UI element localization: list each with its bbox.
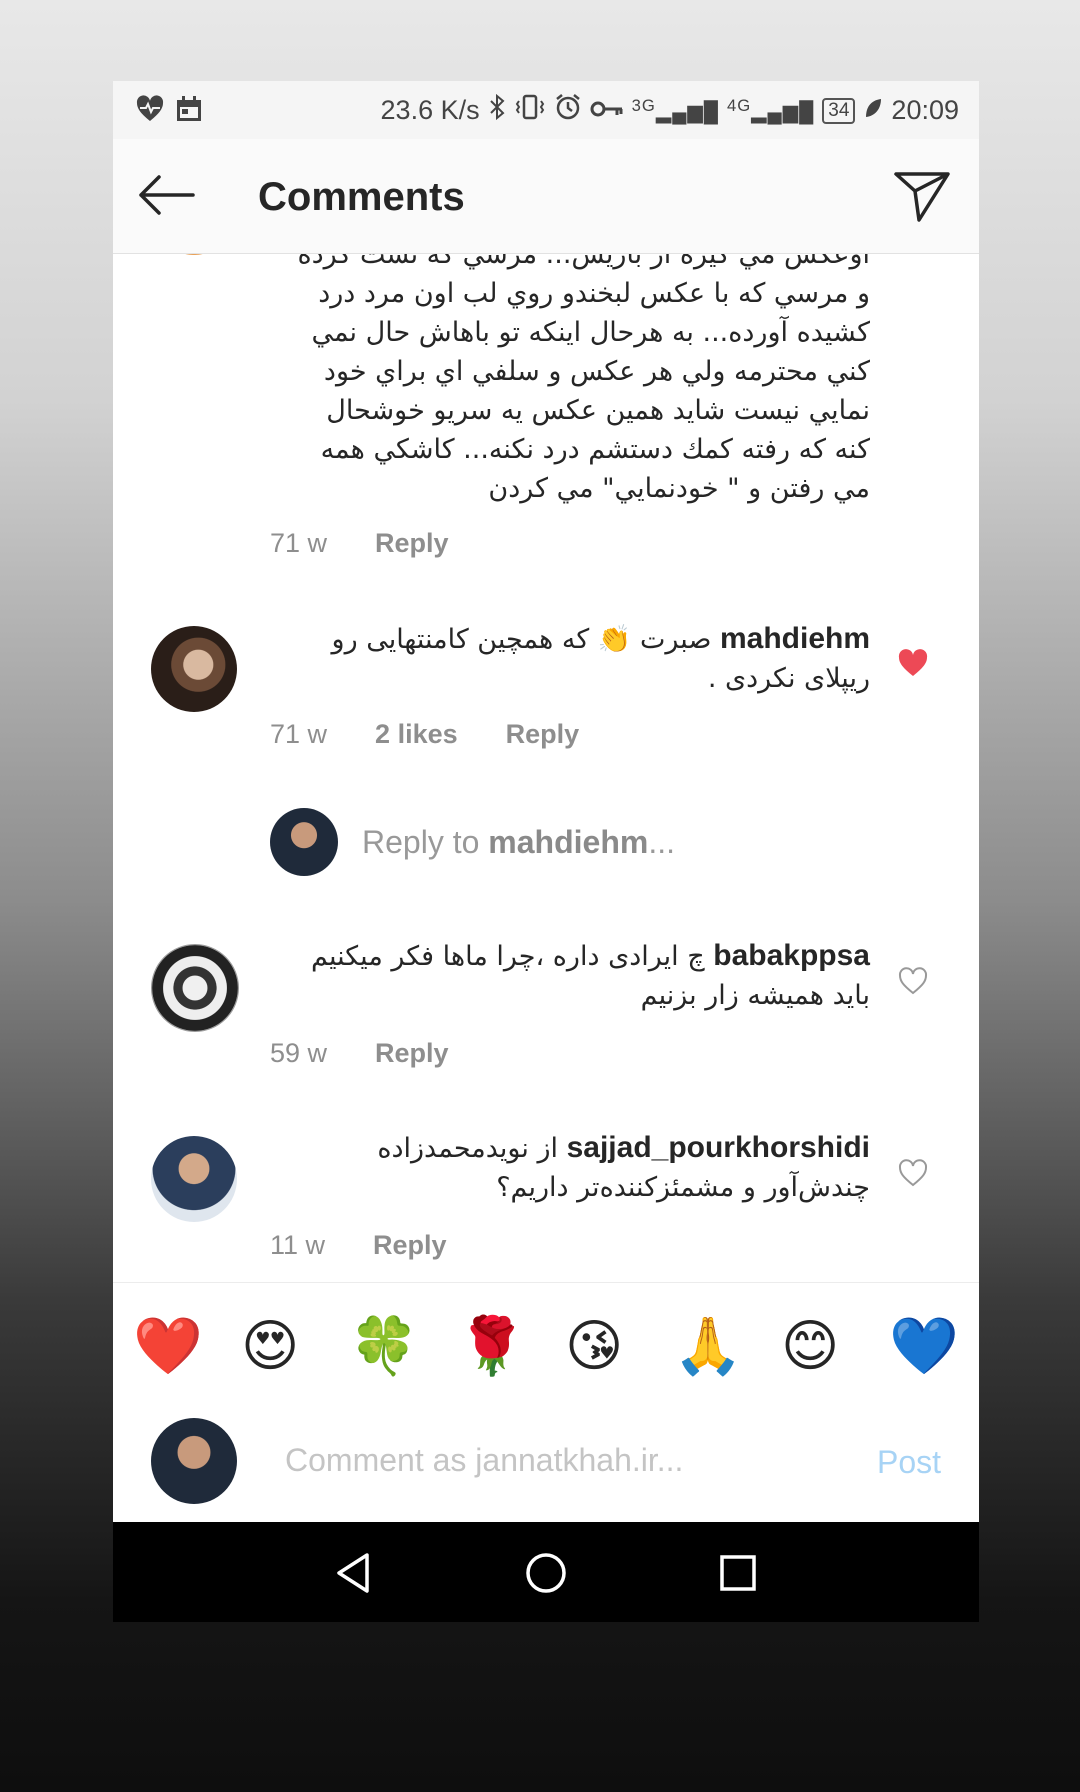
heart-outline-icon[interactable] [897,967,929,1000]
reply-button[interactable]: Reply [373,1230,447,1261]
heart-outline-icon[interactable] [897,1159,929,1192]
comment-username[interactable]: babakppsa [713,939,870,972]
comment-text: sajjad_pourkhorshidi از نویدمحمدزاده چند… [377,1131,870,1203]
heart-filled-icon[interactable] [897,649,929,682]
emoji-clover[interactable]: 🍀 [349,1317,419,1377]
status-left-icons [135,95,203,130]
battery-icon: 34 [822,97,856,124]
emoji-rose[interactable]: 🌹 [457,1317,527,1377]
leaf-icon [863,95,883,126]
status-bar: 23.6 K/s 3G▂▄▆█ 4G▂▄▆█ 34 20:09 [113,81,979,139]
key-icon [590,95,624,126]
alarm-icon [554,93,582,128]
reply-to-placeholder[interactable]: Reply to mahdiehm... [362,824,675,861]
comment-text: اوعکس مي گيره از بازيش... مرسي كه نست كر… [297,253,870,504]
clock-time: 20:09 [891,95,959,125]
emoji-heart-eyes[interactable]: 😍 [241,1317,299,1377]
avatar[interactable] [151,1136,237,1222]
emoji-red-heart[interactable]: ❤️ [133,1317,203,1377]
comments-header: Comments [113,139,979,254]
avatar[interactable] [151,944,239,1032]
my-avatar [151,1418,237,1504]
emoji-pray[interactable]: 🙏 [673,1317,743,1377]
network-speed: 23.6 K/s [380,95,480,125]
comment-username[interactable]: mahdiehm [720,622,870,655]
emoji-kiss[interactable]: 😘 [565,1317,623,1377]
comment-input[interactable]: Comment as jannatkhah.ir... [285,1442,683,1479]
comment-time: 71 w [270,719,328,749]
page-title: Comments [258,175,465,219]
nav-home-icon[interactable] [525,1552,567,1599]
comment-meta: 71 w Reply [270,528,449,559]
nav-recents-icon[interactable] [719,1554,757,1597]
health-icon [135,95,165,130]
bluetooth-icon [488,93,506,127]
my-avatar [270,808,338,876]
comment-text: babakppsa چ ایرادی داره ،چرا ماها فکر می… [311,939,870,1011]
emoji-smile[interactable]: 😊 [781,1317,839,1377]
status-right-icons: 23.6 K/s 3G▂▄▆█ 4G▂▄▆█ 34 20:09 [381,93,959,128]
post-button[interactable]: Post [877,1444,941,1481]
android-nav-bar [113,1522,979,1622]
comment-time: 71 w [270,528,328,558]
comment-time: 11 w [270,1230,326,1260]
calendar-icon [175,95,203,130]
back-arrow-icon[interactable] [137,173,197,222]
reply-button[interactable]: Reply [375,1038,449,1069]
nav-back-icon[interactable] [333,1552,373,1599]
comment-time: 59 w [270,1038,328,1068]
signal-4g: 4G▂▄▆█ [726,96,815,124]
emoji-blue-heart[interactable]: 💙 [889,1317,959,1377]
comment-text: mahdiehm صبرت 👏 كه همچين كامنتهايى رو ري… [331,622,870,694]
phone-screen: 23.6 K/s 3G▂▄▆█ 4G▂▄▆█ 34 20:09 Comments… [113,81,979,1622]
comment-composer: Comment as jannatkhah.ir... Post [113,1400,979,1522]
reply-button[interactable]: Reply [506,719,580,750]
avatar[interactable] [151,626,237,712]
paper-plane-icon[interactable] [893,169,951,228]
comment-meta: 11 w Reply [270,1230,447,1261]
comment-username[interactable]: sajjad_pourkhorshidi [567,1131,870,1164]
likes-count[interactable]: 2 likes [375,719,458,750]
comment-meta: 59 w Reply [270,1038,449,1069]
comments-list[interactable]: اوعکس مي گيره از بازيش... مرسي كه نست كر… [113,253,979,1282]
vibrate-icon [514,94,546,127]
comment-meta: 71 w 2 likes Reply [270,719,579,750]
reply-to-box[interactable]: Reply to mahdiehm... [270,808,675,876]
signal-3g: 3G▂▄▆█ [631,96,719,124]
reply-button[interactable]: Reply [375,528,449,559]
quick-emoji-bar: ❤️ 😍 🍀 🌹 😘 🙏 😊 💙 [113,1282,979,1401]
